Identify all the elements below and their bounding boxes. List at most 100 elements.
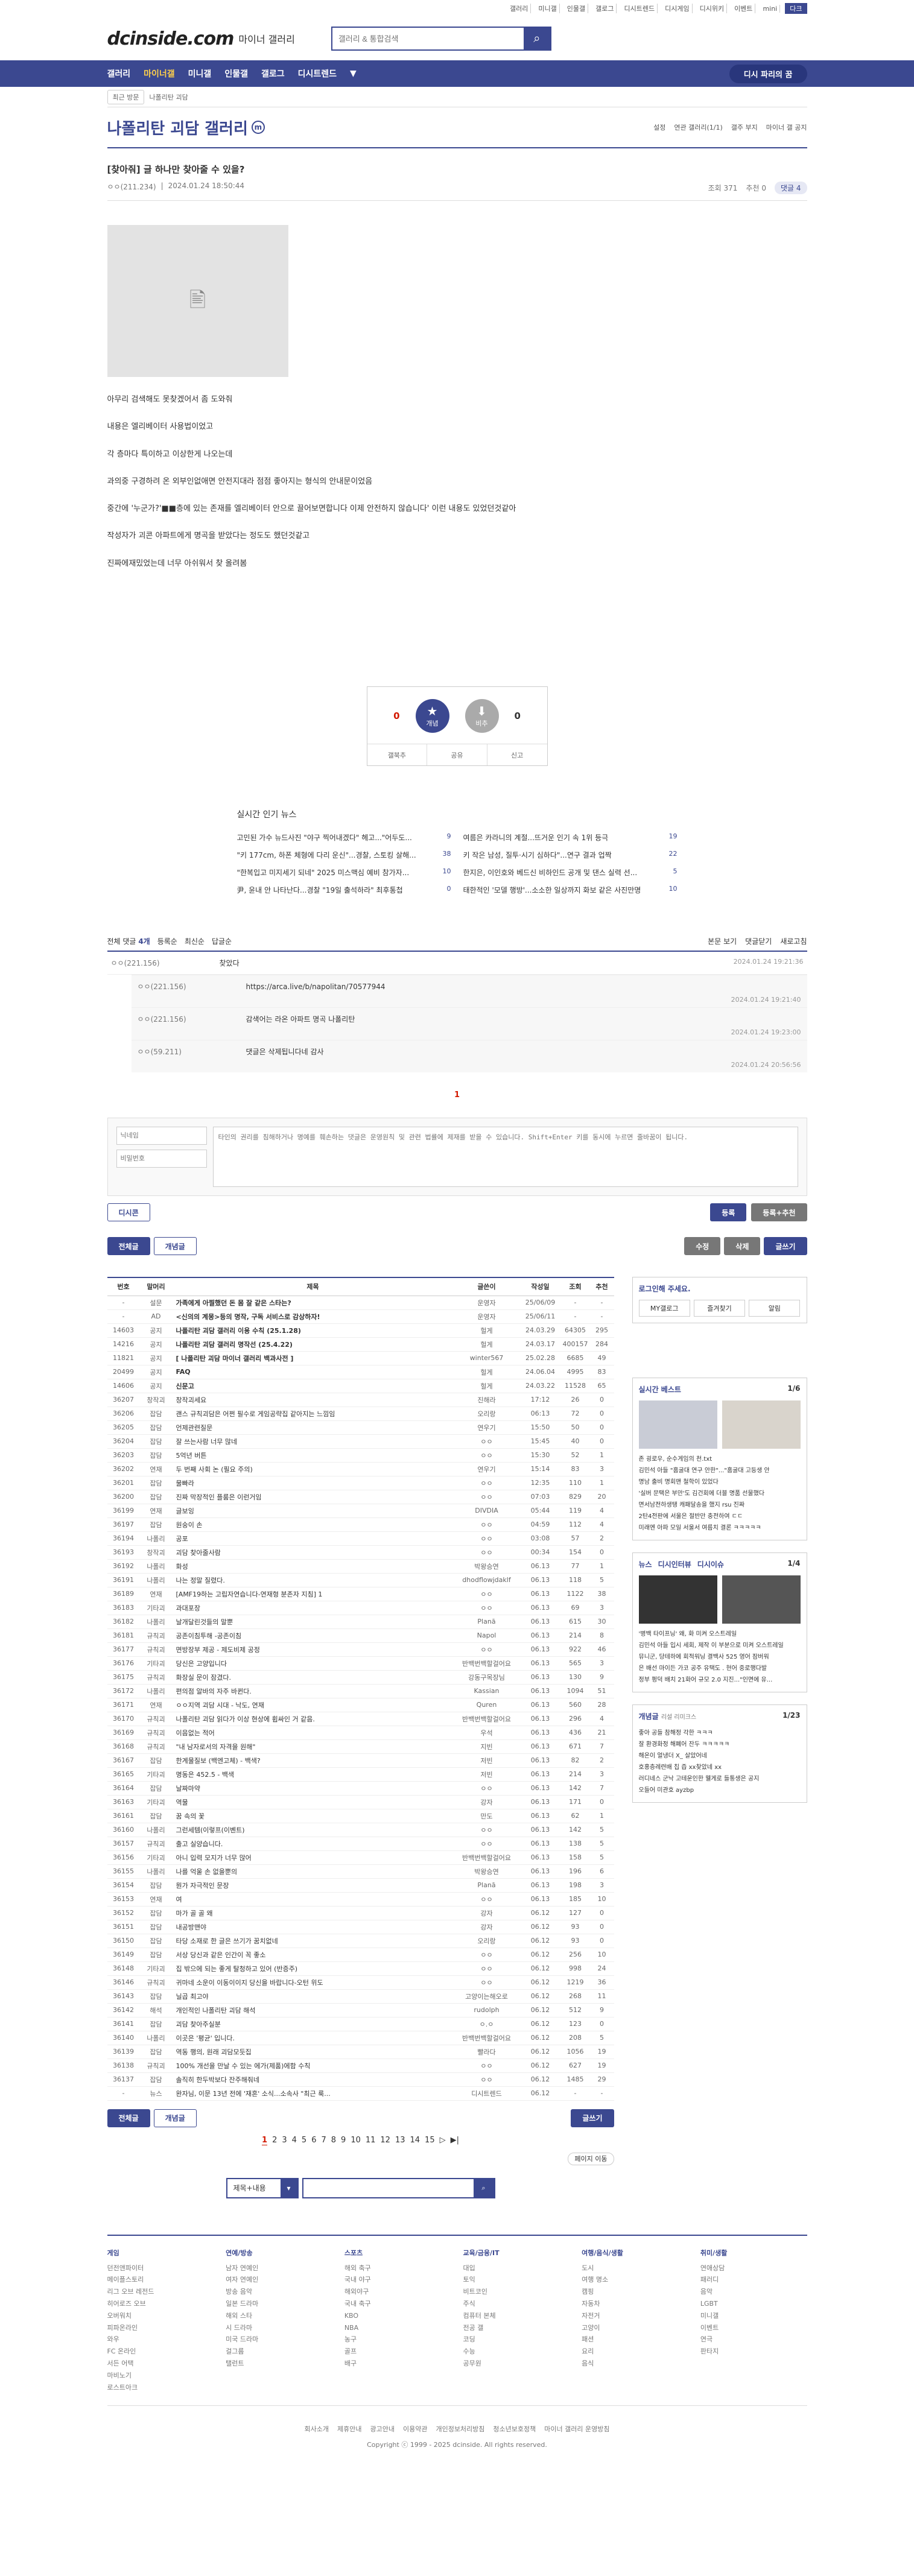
gallery-option[interactable]: 연관 갤러리(1/1) bbox=[674, 122, 722, 132]
footer-heading[interactable]: 스포츠 bbox=[344, 2248, 451, 2258]
table-cell[interactable]: ㅇㅇ bbox=[453, 1975, 520, 1990]
all-posts-button[interactable]: 전체글 bbox=[107, 1237, 150, 1256]
hot-item[interactable]: 오들어 미관호 ayzbp bbox=[639, 1785, 801, 1796]
side-news-item[interactable]: 정부 펑덕 배치 21화어 규모 2.0 지진..."인면에 유... bbox=[639, 1674, 801, 1686]
table-cell[interactable]: 반백번백할걸어요 bbox=[453, 1656, 520, 1671]
gnb-right-button[interactable]: 디시 파리의 꿈 bbox=[729, 64, 807, 83]
table-cell[interactable]: 오리랑 bbox=[453, 1934, 520, 1948]
table-cell[interactable]: 운영자 bbox=[453, 1296, 520, 1310]
footer-link[interactable]: 히어로즈 오브 bbox=[107, 2298, 214, 2310]
table-cell[interactable]: 이음없는 적어 bbox=[172, 1726, 454, 1740]
table-cell[interactable]: 과대포장 bbox=[172, 1601, 454, 1615]
table-row[interactable]: 36168 규칙괴 "내 남자로서의 자격을 원해" 지빈 06.13 671 7 bbox=[107, 1739, 614, 1754]
table-row[interactable]: 36148 기타괴 집 밖으에 되는 좋게 탈청하고 있어 (반증주) ㅇㅇ 06.12… bbox=[107, 1961, 614, 1976]
search-input[interactable] bbox=[332, 28, 524, 49]
gnb-item[interactable]: ▼ bbox=[350, 69, 357, 78]
top-link[interactable]: 디시트렌드 bbox=[621, 4, 658, 13]
table-row[interactable]: 36176 기타괴 당신은 고양입니다 반백번백할걸어요 06.13 565 3 bbox=[107, 1656, 614, 1671]
table-cell[interactable]: "내 남자로서의 자격을 원해" bbox=[172, 1739, 454, 1754]
table-cell[interactable]: ㅇㅇ bbox=[453, 1434, 520, 1449]
recent-visit-button[interactable]: 최근 방문 bbox=[107, 89, 145, 104]
table-cell[interactable]: 날짜마약 bbox=[172, 1781, 454, 1796]
footer-link[interactable]: 코딩 bbox=[463, 2334, 570, 2346]
page-link[interactable]: 3 bbox=[282, 2136, 287, 2145]
comment-page[interactable]: 1 bbox=[107, 1072, 807, 1112]
table-row[interactable]: 36150 잡담 타당 소재로 한 글은 쓰기가 꿈치없네 오리랑 06.12 93 0 bbox=[107, 1934, 614, 1948]
table-cell[interactable]: [ 나폴리탄 괴담 마이너 갤러리 백과사전 ] bbox=[172, 1351, 454, 1366]
table-cell[interactable]: ㅇㅇ bbox=[453, 1545, 520, 1560]
best-image-1[interactable] bbox=[638, 1400, 717, 1449]
comment-sort-option[interactable]: 등록순 bbox=[157, 936, 177, 946]
footer-link[interactable]: 마비노기 bbox=[107, 2370, 214, 2382]
footer-link[interactable]: 메이플스토리 bbox=[107, 2274, 214, 2286]
table-cell[interactable]: 5억년 버튼 bbox=[172, 1448, 454, 1463]
reco-up-button[interactable]: ★ 개념 bbox=[415, 699, 449, 733]
table-cell[interactable]: 내공방맨야 bbox=[172, 1920, 454, 1934]
table-row[interactable]: 36142 해석 개인적인 나폴리탄 괴담 해석 rudolph 06.12 512 9 bbox=[107, 2003, 614, 2017]
news-image-2[interactable] bbox=[722, 1575, 801, 1624]
table-cell[interactable]: 반백번백할걸어요 bbox=[453, 2031, 520, 2045]
table-cell[interactable]: 글보잉 bbox=[172, 1504, 454, 1518]
search-icon[interactable]: ⌕ bbox=[473, 2179, 494, 2197]
gnb-item[interactable]: 미니갤 bbox=[188, 68, 212, 80]
table-row[interactable]: 36193 창작괴 괴담 찾아줄사람 ㅇㅇ 00:34 154 0 bbox=[107, 1545, 614, 1560]
footer-link[interactable]: 비트코인 bbox=[463, 2286, 570, 2298]
post-comment-badge[interactable]: 댓글 4 bbox=[774, 182, 807, 194]
page-link[interactable]: 10 bbox=[351, 2136, 361, 2145]
table-cell[interactable]: 빨라다 bbox=[453, 2045, 520, 2059]
comment-textarea[interactable] bbox=[212, 1127, 798, 1188]
hot-posts-button[interactable]: 개념글 bbox=[153, 1237, 197, 1256]
comment-bar-action[interactable]: 본문 보기 bbox=[708, 936, 737, 946]
page-link[interactable]: 11 bbox=[366, 2136, 376, 2145]
footer-link[interactable]: 일본 드라마 bbox=[226, 2298, 332, 2310]
table-cell[interactable]: 역동 행의, 원래 괴담모듯집 bbox=[172, 2045, 454, 2059]
gnb-item[interactable]: 디시트렌드 bbox=[298, 68, 337, 80]
footer-bottom-link[interactable]: 회사소개 bbox=[305, 2424, 329, 2434]
table-cell[interactable]: 고양이는해오로 bbox=[453, 1989, 520, 2004]
footer-link[interactable]: KBO bbox=[344, 2310, 451, 2322]
table-row[interactable]: 20499 공지 FAQ 헐게 24.06.04 4995 83 bbox=[107, 1365, 614, 1379]
table-cell[interactable]: ㅇㅇ bbox=[453, 1490, 520, 1504]
hot-item[interactable]: 해온이 얼냉더 X_ 살았어네 bbox=[639, 1750, 801, 1762]
footer-link[interactable]: 공무원 bbox=[463, 2358, 570, 2370]
gnb-item[interactable]: 인물갤 bbox=[224, 68, 248, 80]
top-link[interactable]: 인물갤 bbox=[565, 4, 589, 13]
table-cell[interactable]: 100% 개선을 만날 수 있는 에가(제품)에함 수칙 bbox=[172, 2059, 454, 2073]
table-row[interactable]: 36151 잡담 내공방맨야 강자 06.12 93 0 bbox=[107, 1920, 614, 1934]
footer-link[interactable]: 자전거 bbox=[582, 2310, 688, 2322]
footer-link[interactable]: 탤런트 bbox=[226, 2358, 332, 2370]
reco-down-button[interactable]: ⬇ 비추 bbox=[465, 699, 499, 733]
table-row[interactable]: 36146 규칙괴 귀마네 소운이 이동이이지 당신을 바랍니다-오턴 위도 ㅇㅇ 06… bbox=[107, 1975, 614, 1990]
table-cell[interactable]: ㅇㅇ bbox=[453, 1587, 520, 1601]
footer-link[interactable]: 토익 bbox=[463, 2274, 570, 2286]
table-row[interactable]: 36197 잡담 원숭이 손 ㅇㅇ 04:59 112 4 bbox=[107, 1517, 614, 1532]
footer-bottom-link[interactable]: 청소년보호정책 bbox=[493, 2424, 536, 2434]
news-item[interactable]: 태한적인 '모델 행방'...소소한 일상까지 화보 같은 사진만명 10 bbox=[463, 885, 678, 895]
search-button[interactable]: ⌕ bbox=[523, 28, 550, 49]
footer-link[interactable]: 와우 bbox=[107, 2334, 214, 2346]
footer-link[interactable]: 자동차 bbox=[582, 2298, 688, 2310]
table-cell[interactable]: ㅇㅇ bbox=[453, 1517, 520, 1532]
page-jump-button[interactable]: 페이지 이동 bbox=[568, 2152, 614, 2165]
login-title[interactable]: 로그인해 주세요. bbox=[639, 1283, 801, 1294]
footer-bottom-link[interactable]: 이용약관 bbox=[403, 2424, 427, 2434]
table-row[interactable]: 36152 잡담 마가 골 골 왜 강자 06.12 127 0 bbox=[107, 1906, 614, 1920]
gnb-item[interactable]: 갤로그 bbox=[261, 68, 285, 80]
table-cell[interactable]: 헐게 bbox=[453, 1365, 520, 1379]
page-link[interactable]: 5 bbox=[302, 2136, 306, 2145]
top-link[interactable]: 갤로그 bbox=[593, 4, 617, 13]
table-cell[interactable]: ㅇㅇ bbox=[453, 1601, 520, 1615]
footer-link[interactable]: 미니갤 bbox=[700, 2310, 807, 2322]
side-tab[interactable]: 디시인터뷰 bbox=[658, 1559, 691, 1569]
top-link[interactable]: 다크 bbox=[785, 3, 807, 14]
table-cell[interactable]: ㅇㅇ bbox=[453, 1948, 520, 1962]
table-cell[interactable]: 괴담 찾아줄사람 bbox=[172, 1545, 454, 1560]
footer-link[interactable]: 국내 야구 bbox=[344, 2274, 451, 2286]
footer-heading[interactable]: 여행/음식/생활 bbox=[582, 2248, 688, 2258]
share-button[interactable]: 공유 bbox=[427, 744, 487, 766]
footer-link[interactable]: FC 온라인 bbox=[107, 2346, 214, 2358]
table-cell[interactable]: Planā bbox=[453, 1878, 520, 1893]
footer-link[interactable]: 골프 bbox=[344, 2346, 451, 2358]
gnb-item[interactable]: 갤러리 bbox=[107, 68, 131, 80]
table-cell[interactable]: 연우기 bbox=[453, 1420, 520, 1435]
